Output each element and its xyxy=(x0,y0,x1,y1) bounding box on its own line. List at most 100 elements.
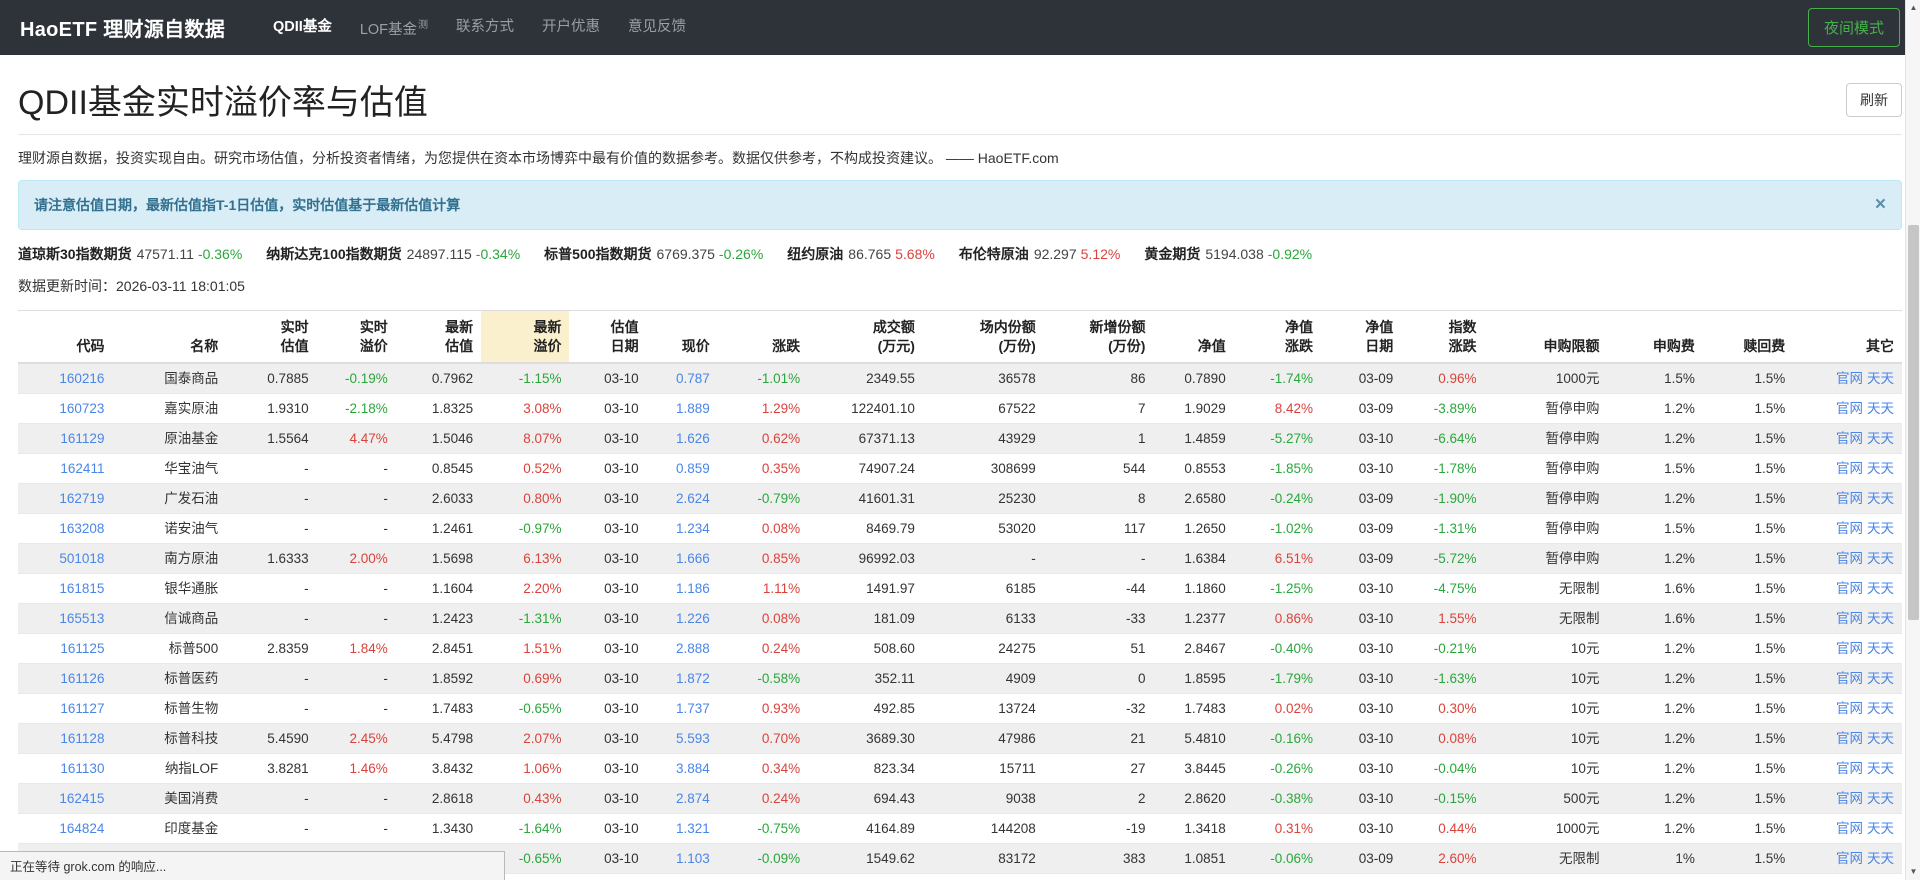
price-cell-link[interactable]: 1.234 xyxy=(676,521,710,536)
code-cell-link[interactable]: 161126 xyxy=(60,671,104,686)
code-cell-link[interactable]: 160723 xyxy=(59,401,104,416)
official-site-link[interactable]: 官网 xyxy=(1836,791,1863,806)
official-site-link[interactable]: 官网 xyxy=(1836,731,1863,746)
code-cell[interactable]: 161130 xyxy=(18,753,112,783)
scroll-down-icon[interactable]: ▼ xyxy=(1906,864,1920,880)
price-cell-link[interactable]: 1.626 xyxy=(676,431,710,446)
price-cell-link[interactable]: 1.321 xyxy=(676,821,710,836)
links-cell[interactable]: 官网 天天 xyxy=(1793,423,1902,453)
price-cell[interactable]: 1.234 xyxy=(647,513,718,543)
official-site-link[interactable]: 官网 xyxy=(1836,401,1863,416)
links-cell[interactable]: 官网 天天 xyxy=(1793,633,1902,663)
refresh-button[interactable]: 刷新 xyxy=(1846,82,1902,117)
price-cell-link[interactable]: 1.186 xyxy=(676,581,710,596)
code-cell[interactable]: 160216 xyxy=(18,363,112,394)
official-site-link[interactable]: 官网 xyxy=(1836,611,1863,626)
price-cell-link[interactable]: 0.859 xyxy=(676,461,710,476)
price-cell-link[interactable]: 2.624 xyxy=(676,491,710,506)
tiantian-link[interactable]: 天天 xyxy=(1867,851,1894,866)
price-cell[interactable]: 1.626 xyxy=(647,423,718,453)
code-cell-link[interactable]: 162415 xyxy=(59,791,104,806)
links-cell[interactable]: 官网 天天 xyxy=(1793,573,1902,603)
official-site-link[interactable]: 官网 xyxy=(1836,431,1863,446)
night-mode-button[interactable]: 夜间模式 xyxy=(1807,8,1900,47)
links-cell[interactable]: 官网 天天 xyxy=(1793,783,1902,813)
nav-item-4[interactable]: 意见反馈 xyxy=(614,0,700,55)
tiantian-link[interactable]: 天天 xyxy=(1867,551,1894,566)
code-cell[interactable]: 161128 xyxy=(18,723,112,753)
price-cell-link[interactable]: 1.103 xyxy=(676,851,710,866)
price-cell-link[interactable]: 1.666 xyxy=(676,551,710,566)
price-cell[interactable]: 0.787 xyxy=(647,363,718,394)
tiantian-link[interactable]: 天天 xyxy=(1867,761,1894,776)
links-cell[interactable]: 官网 天天 xyxy=(1793,543,1902,573)
links-cell[interactable]: 官网 天天 xyxy=(1793,393,1902,423)
brand-logo[interactable]: HaoETF 理财源自数据 xyxy=(20,13,225,42)
code-cell[interactable]: 161127 xyxy=(18,693,112,723)
price-cell[interactable]: 1.103 xyxy=(647,843,718,873)
code-cell[interactable]: 161126 xyxy=(18,663,112,693)
tiantian-link[interactable]: 天天 xyxy=(1867,401,1894,416)
code-cell[interactable]: 162719 xyxy=(18,483,112,513)
tiantian-link[interactable]: 天天 xyxy=(1867,731,1894,746)
price-cell[interactable]: 1.226 xyxy=(647,603,718,633)
links-cell[interactable]: 官网 天天 xyxy=(1793,363,1902,394)
price-cell-link[interactable]: 1.889 xyxy=(676,401,710,416)
code-cell[interactable]: 161125 xyxy=(18,633,112,663)
links-cell[interactable]: 官网 天天 xyxy=(1793,513,1902,543)
official-site-link[interactable]: 官网 xyxy=(1836,671,1863,686)
price-cell[interactable]: 2.624 xyxy=(647,483,718,513)
links-cell[interactable]: 官网 天天 xyxy=(1793,453,1902,483)
nav-item-0[interactable]: QDII基金 xyxy=(259,0,346,55)
code-cell[interactable]: 161815 xyxy=(18,573,112,603)
official-site-link[interactable]: 官网 xyxy=(1836,461,1863,476)
price-cell-link[interactable]: 1.737 xyxy=(676,701,710,716)
nav-item-1[interactable]: LOF基金测 xyxy=(346,0,442,57)
code-cell[interactable]: 164824 xyxy=(18,813,112,843)
tiantian-link[interactable]: 天天 xyxy=(1867,821,1894,836)
official-site-link[interactable]: 官网 xyxy=(1836,521,1863,536)
links-cell[interactable]: 官网 天天 xyxy=(1793,843,1902,873)
code-cell[interactable]: 162415 xyxy=(18,783,112,813)
official-site-link[interactable]: 官网 xyxy=(1836,491,1863,506)
official-site-link[interactable]: 官网 xyxy=(1836,761,1863,776)
price-cell-link[interactable]: 3.884 xyxy=(676,761,710,776)
code-cell-link[interactable]: 161125 xyxy=(60,641,104,656)
official-site-link[interactable]: 官网 xyxy=(1836,371,1863,386)
nav-item-2[interactable]: 联系方式 xyxy=(442,0,528,55)
tiantian-link[interactable]: 天天 xyxy=(1867,581,1894,596)
tiantian-link[interactable]: 天天 xyxy=(1867,611,1894,626)
price-cell[interactable]: 1.872 xyxy=(647,663,718,693)
nav-item-3[interactable]: 开户优惠 xyxy=(528,0,614,55)
price-cell-link[interactable]: 2.874 xyxy=(676,791,710,806)
tiantian-link[interactable]: 天天 xyxy=(1867,791,1894,806)
price-cell-link[interactable]: 0.787 xyxy=(676,371,710,386)
tiantian-link[interactable]: 天天 xyxy=(1867,491,1894,506)
official-site-link[interactable]: 官网 xyxy=(1836,551,1863,566)
official-site-link[interactable]: 官网 xyxy=(1836,701,1863,716)
price-cell-link[interactable]: 5.593 xyxy=(676,731,710,746)
code-cell-link[interactable]: 161130 xyxy=(60,761,104,776)
code-cell[interactable]: 163208 xyxy=(18,513,112,543)
official-site-link[interactable]: 官网 xyxy=(1836,641,1863,656)
tiantian-link[interactable]: 天天 xyxy=(1867,521,1894,536)
links-cell[interactable]: 官网 天天 xyxy=(1793,723,1902,753)
official-site-link[interactable]: 官网 xyxy=(1836,821,1863,836)
price-cell[interactable]: 2.888 xyxy=(647,633,718,663)
price-cell[interactable]: 1.889 xyxy=(647,393,718,423)
price-cell[interactable]: 2.874 xyxy=(647,783,718,813)
price-cell[interactable]: 1.186 xyxy=(647,573,718,603)
tiantian-link[interactable]: 天天 xyxy=(1867,461,1894,476)
code-cell[interactable]: 165513 xyxy=(18,603,112,633)
price-cell[interactable]: 1.666 xyxy=(647,543,718,573)
links-cell[interactable]: 官网 天天 xyxy=(1793,753,1902,783)
links-cell[interactable]: 官网 天天 xyxy=(1793,603,1902,633)
code-cell-link[interactable]: 162411 xyxy=(60,461,104,476)
links-cell[interactable]: 官网 天天 xyxy=(1793,483,1902,513)
tiantian-link[interactable]: 天天 xyxy=(1867,641,1894,656)
code-cell-link[interactable]: 501018 xyxy=(59,551,104,566)
tiantian-link[interactable]: 天天 xyxy=(1867,701,1894,716)
official-site-link[interactable]: 官网 xyxy=(1836,581,1863,596)
price-cell-link[interactable]: 2.888 xyxy=(676,641,710,656)
code-cell-link[interactable]: 161127 xyxy=(60,701,104,716)
